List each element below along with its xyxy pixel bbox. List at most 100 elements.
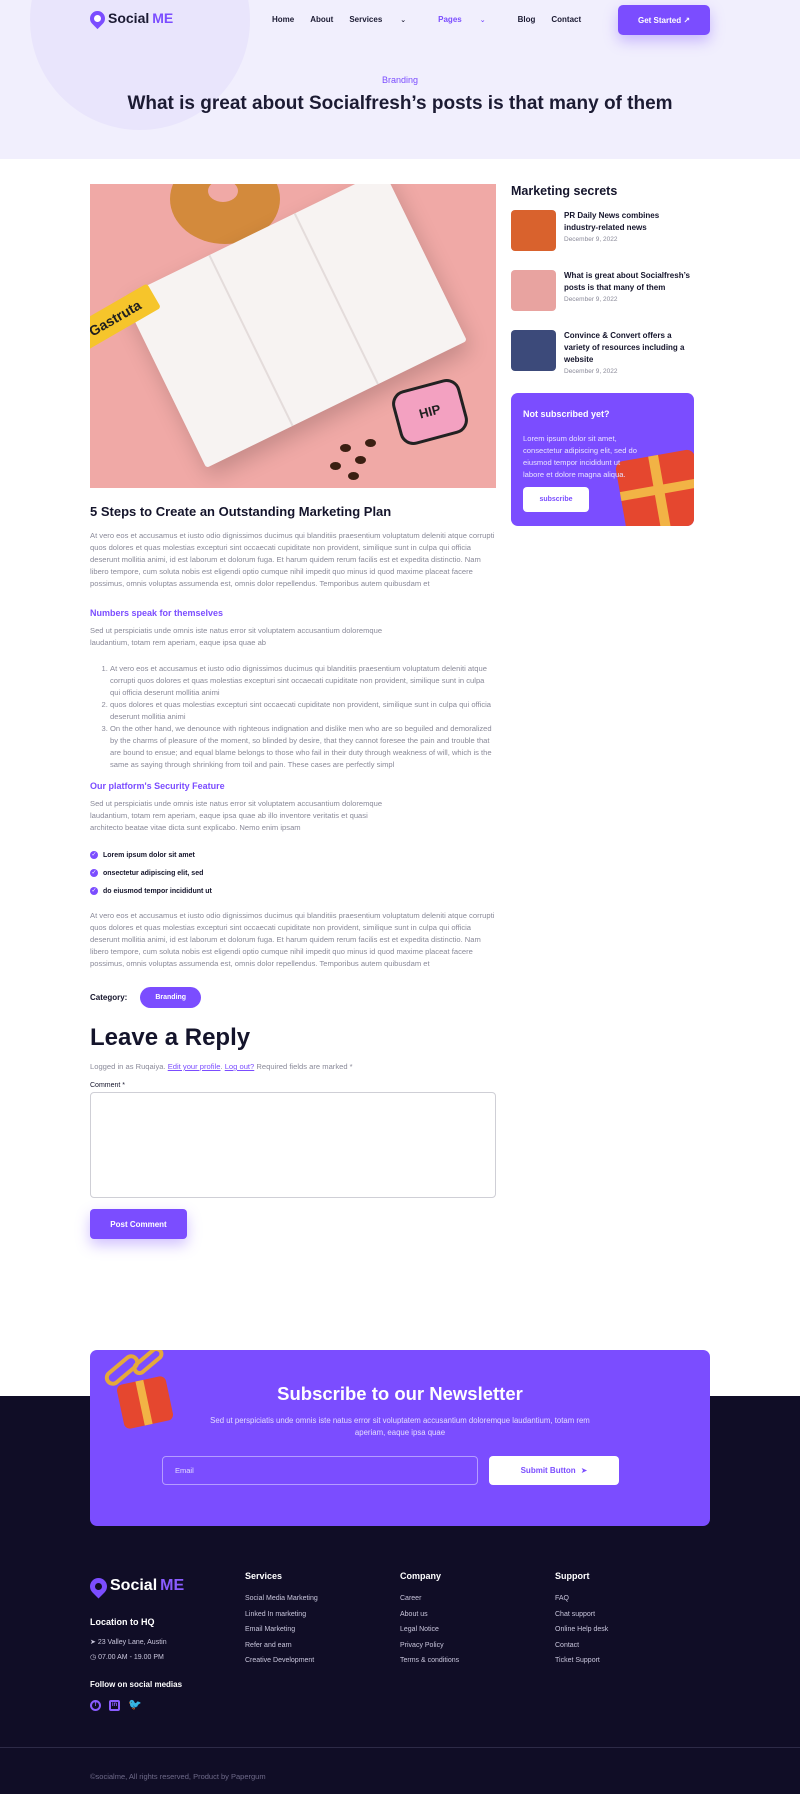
clock-icon: ◷ [90,1654,97,1661]
article-outro: At vero eos et accusamus et iusto odio d… [90,911,495,968]
facebook-icon[interactable]: f [90,1700,101,1711]
subscribe-button[interactable]: subscribe [523,487,589,512]
nav-item-services[interactable]: Services ⌄ [349,15,422,24]
newsletter-card: Subscribe to our Newsletter Sed ut persp… [90,1350,710,1526]
check-item-label: Lorem ipsum dolor sit amet [103,851,195,859]
sidebar-post[interactable]: What is great about Socialfresh’s posts … [511,270,695,320]
twitter-icon[interactable]: 🐦 [128,1700,142,1711]
footer-link[interactable]: Linked In marketing [245,1611,318,1627]
social-links: f in 🐦 [90,1700,142,1711]
arrow-up-right-icon: ↗ [683,15,691,25]
list-item: quos dolores et quas molestias excepturi… [110,699,496,723]
footer-divider [0,1747,800,1748]
category-label: Category: [90,993,128,1002]
get-started-button[interactable]: Get Started ↗ [618,5,710,35]
required-note: Required fields are marked * [256,1062,353,1071]
footer-column-title: Support [555,1571,590,1581]
address-text: 23 Valley Lane, Austin [97,1639,167,1646]
send-icon: ➤ [580,1466,588,1475]
nav-item-contact[interactable]: Contact [551,15,581,24]
top-navigation: Social ME Home About Services ⌄ Pages ⌄ Blo… [0,0,800,40]
newsletter-submit-label: Submit Button [520,1466,576,1475]
hero-category[interactable]: Branding [0,75,800,85]
post-thumbnail [511,330,556,371]
check-icon: ✓ [90,869,98,877]
post-title[interactable]: Convince & Convert offers a variety of r… [564,330,695,366]
coffee-bean-shape [348,472,359,480]
check-icon: ✓ [90,851,98,859]
logo-pin-icon [86,7,109,29]
nav-item-pages[interactable]: Pages ⌄ [438,15,501,24]
footer-link[interactable]: Legal Notice [400,1626,459,1642]
nav-item-services-label: Services [349,15,383,24]
sidebar-title: Marketing secrets [511,184,618,198]
footer-link[interactable]: Refer and earn [245,1642,318,1658]
numbered-list: At vero eos et accusamus et iusto odio d… [90,663,496,771]
coffee-bean-shape [330,462,341,470]
footer-link[interactable]: Ticket Support [555,1657,608,1673]
promo-text: Lorem ipsum dolor sit amet, consectetur … [523,434,637,479]
footer-column-support: Support FAQ Chat support Online Help des… [555,1571,608,1673]
list-item: ✓ onsectetur adipiscing elit, sed [90,864,496,882]
logged-in-text: Logged in as Ruqaiya. [90,1062,166,1071]
footer-link[interactable]: Chat support [555,1611,608,1627]
post-thumbnail [511,270,556,311]
check-item-label: do eiusmod tempor incididunt ut [103,887,212,895]
check-item-label: onsectetur adipiscing elit, sed [103,869,204,877]
article-intro: At vero eos et accusamus et iusto odio d… [90,531,495,588]
opening-hours: ◷ 07.00 AM - 19.00 PM [90,1653,164,1661]
post-title[interactable]: What is great about Socialfresh’s posts … [564,270,695,294]
reply-title: Leave a Reply [90,1024,251,1051]
copyright: ©socialme, All rights reserved, Product … [90,1772,266,1781]
footer-link[interactable]: FAQ [555,1595,608,1611]
post-title[interactable]: PR Daily News combines industry-related … [564,210,695,234]
nav-item-blog[interactable]: Blog [518,15,536,24]
post-text: Convince & Convert offers a variety of r… [564,330,695,380]
newsletter-submit-button[interactable]: Submit Button ➤ [489,1456,619,1485]
nav-item-about[interactable]: About [310,15,333,24]
newsletter-email-input[interactable]: Email [162,1456,478,1485]
footer-link[interactable]: Creative Development [245,1657,318,1673]
linkedin-icon[interactable]: in [109,1700,120,1711]
brand-name-suffix: ME [160,1577,185,1594]
footer-column-services: Services Social Media Marketing Linked I… [245,1571,318,1673]
promo-title: Not subscribed yet? [523,409,610,419]
hours-text: 07.00 AM - 19.00 PM [98,1654,164,1661]
chevron-down-icon: ⌄ [479,17,486,24]
category-badge[interactable]: Branding [140,987,202,1008]
comment-textarea[interactable] [90,1092,496,1198]
footer-link[interactable]: Career [400,1595,459,1611]
footer-link[interactable]: Social Media Marketing [245,1595,318,1611]
footer-link[interactable]: About us [400,1611,459,1627]
location-title: Location to HQ [90,1617,155,1627]
post-date: December 9, 2022 [564,368,618,375]
section-heading-numbers: Numbers speak for themselves [90,608,224,618]
post-date: December 9, 2022 [564,296,618,303]
edit-profile-link[interactable]: Edit your profile [168,1062,221,1071]
nav-item-pages-label: Pages [438,15,462,24]
logout-link[interactable]: Log out? [225,1062,255,1071]
list-item: ✓ Lorem ipsum dolor sit amet [90,846,496,864]
post-thumbnail [511,210,556,251]
post-comment-button[interactable]: Post Comment [90,1209,187,1239]
get-started-label: Get Started [637,15,682,25]
footer-link[interactable]: Privacy Policy [400,1642,459,1658]
footer-logo[interactable]: Social ME [86,1573,185,1599]
check-list: ✓ Lorem ipsum dolor sit amet ✓ onsectetur … [90,846,496,900]
footer-link[interactable]: Contact [555,1642,608,1658]
footer-link[interactable]: Terms & conditions [400,1657,459,1673]
section-text-numbers: Sed ut perspiciatis unde omnis iste natu… [90,626,383,647]
post-date: December 9, 2022 [564,236,618,243]
section-text-security: Sed ut perspiciatis unde omnis iste natu… [90,799,383,832]
sidebar-post[interactable]: PR Daily News combines industry-related … [511,210,695,260]
coffee-bean-shape [365,439,376,447]
nav-item-home[interactable]: Home [272,15,294,24]
brand-name-prefix: Social [110,1577,158,1594]
main-menu: Home About Services ⌄ Pages ⌄ Blog Contact [272,15,597,24]
main-content: Gastruta HIP 5 Steps to Create an Outsta… [0,159,800,1345]
sidebar-post[interactable]: Convince & Convert offers a variety of r… [511,330,695,380]
footer-link[interactable]: Online Help desk [555,1626,608,1642]
brand-logo[interactable]: Social ME [86,7,173,29]
footer-link[interactable]: Email Marketing [245,1626,318,1642]
subscribe-promo-card: Not subscribed yet? Lorem ipsum dolor si… [511,393,694,526]
